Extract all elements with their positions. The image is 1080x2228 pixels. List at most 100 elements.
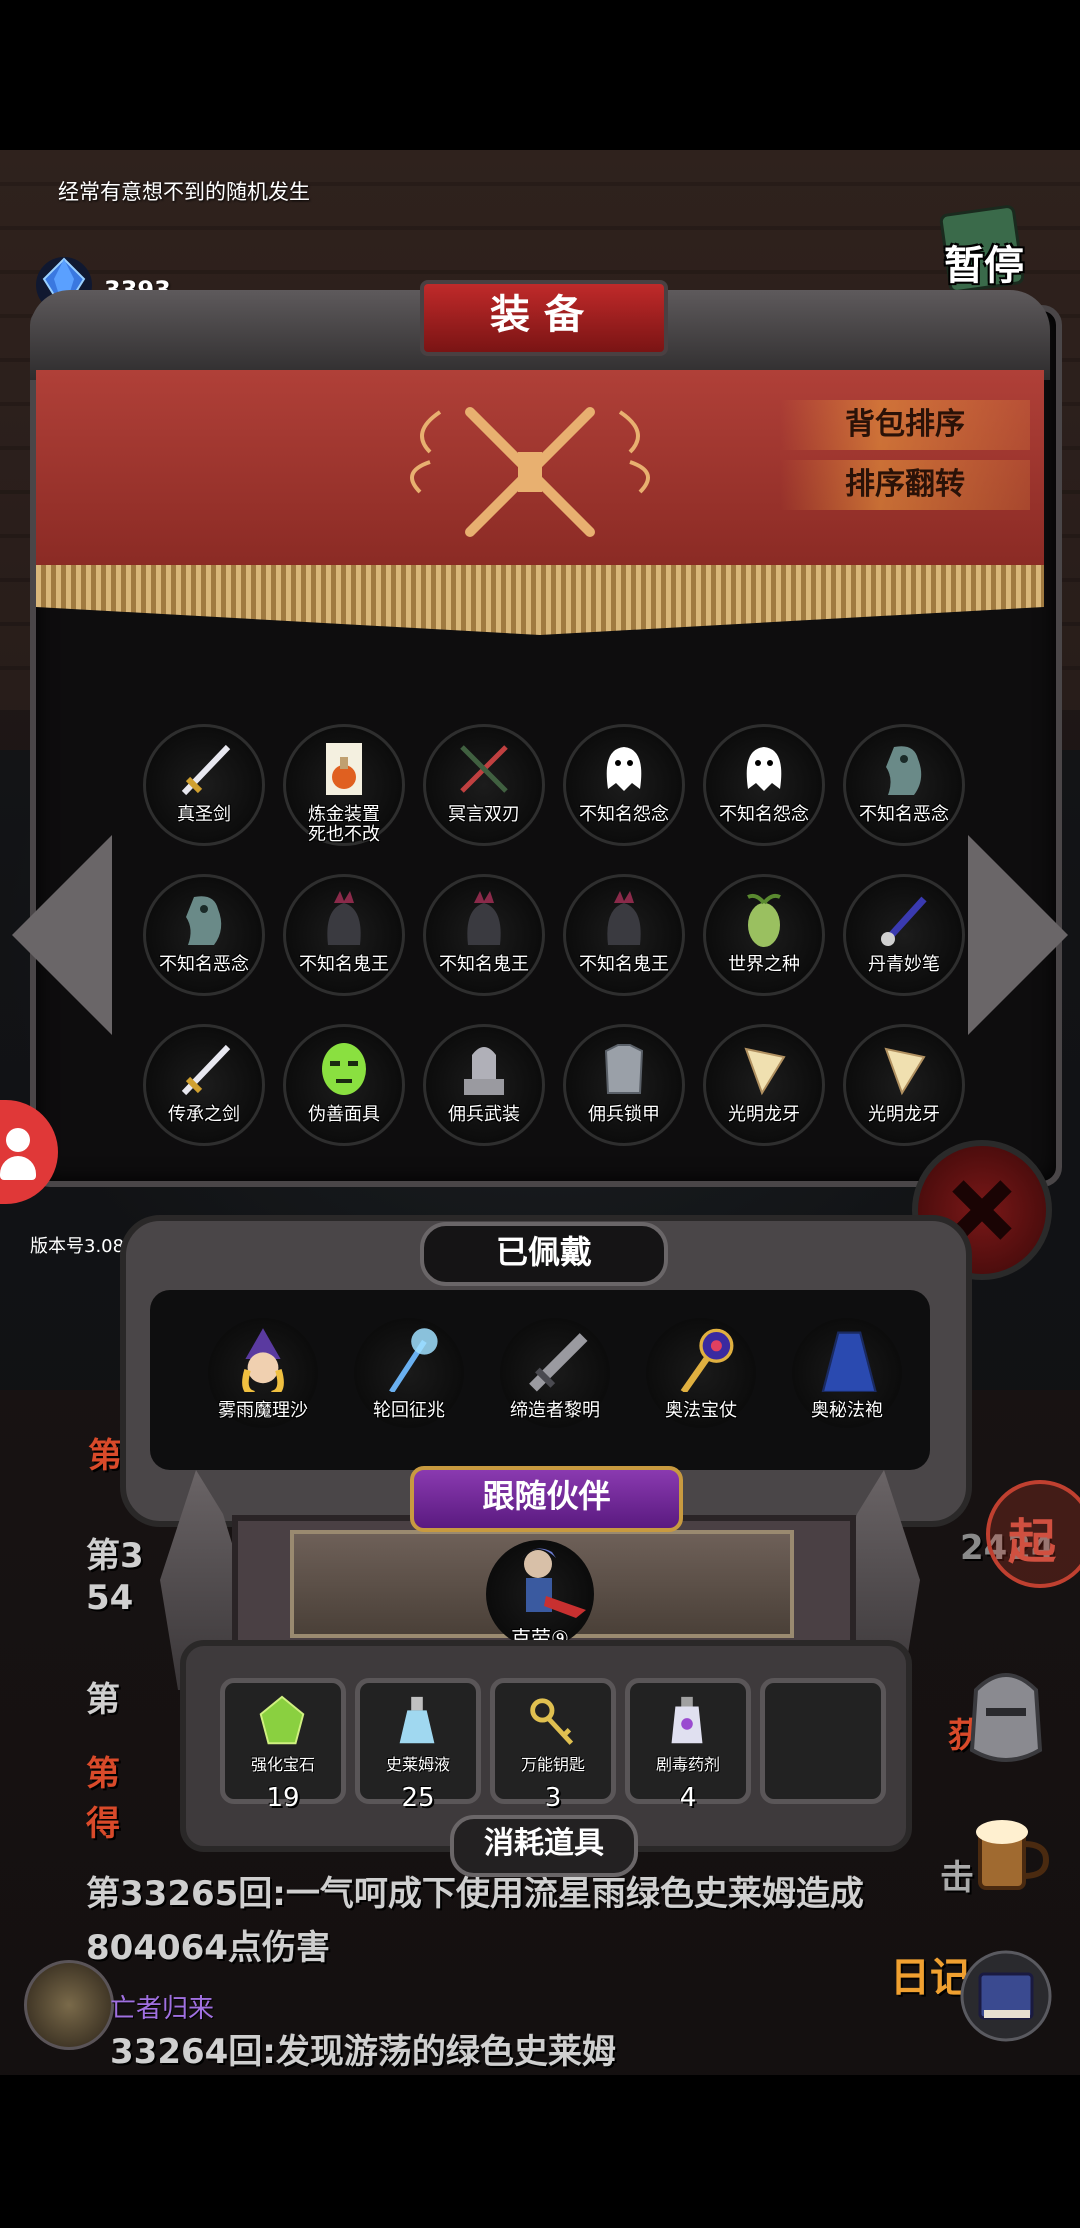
- diary-button[interactable]: [960, 1950, 1052, 2042]
- ghost-icon: [594, 739, 654, 799]
- ghost-king-icon: [594, 889, 654, 949]
- prev-page-arrow-icon[interactable]: [12, 835, 112, 1035]
- fang-icon: [874, 1039, 934, 1099]
- consumable-slot[interactable]: 强化宝石 19: [220, 1678, 346, 1813]
- fang-icon: [734, 1039, 794, 1099]
- brush-icon: [874, 889, 934, 949]
- inventory-item[interactable]: 佣兵武装: [423, 1024, 545, 1146]
- consumable-slot[interactable]: 万能钥匙 3: [490, 1678, 616, 1813]
- inventory-item[interactable]: 真圣剑: [143, 724, 265, 846]
- log-line: 第: [86, 1754, 120, 1794]
- inventory-item-label: 佣兵锁甲: [588, 1104, 660, 1125]
- diary-book-icon: [960, 1950, 1052, 2042]
- equipped-item[interactable]: 雾雨魔理沙: [208, 1318, 318, 1428]
- consumable-label: 强化宝石: [250, 1755, 315, 1774]
- inventory-item[interactable]: 炼金装置 死也不改: [283, 724, 405, 846]
- inventory-item-label: 光明龙牙: [868, 1104, 940, 1125]
- inventory-item[interactable]: 伪善面具: [283, 1024, 405, 1146]
- inventory-item[interactable]: 佣兵锁甲: [563, 1024, 685, 1146]
- sword-icon: [174, 739, 234, 799]
- inventory-item-label: 光明龙牙: [728, 1104, 800, 1125]
- seed-icon: [734, 889, 794, 949]
- chainmail-icon: [594, 1039, 654, 1099]
- tavern-button[interactable]: [964, 1810, 1054, 1900]
- consumable-count: 19: [266, 1783, 300, 1813]
- player-name: 亡者归来: [110, 1994, 215, 2024]
- inventory-item-label: 不知名怨念: [719, 804, 809, 825]
- ghost-king-icon: [314, 889, 374, 949]
- specter-icon: [174, 889, 234, 949]
- sort-reverse-button[interactable]: 排序翻转: [780, 460, 1030, 510]
- equipped-item-label: 雾雨魔理沙: [218, 1400, 308, 1421]
- equipped-item[interactable]: 缔造者黎明: [500, 1318, 610, 1428]
- consumable-label: 万能钥匙: [520, 1755, 585, 1774]
- inventory-item[interactable]: 不知名鬼王: [563, 874, 685, 996]
- companion-title: 跟随伙伴: [410, 1466, 683, 1532]
- log-line: 54: [86, 1578, 134, 1618]
- consumables-title: 消耗道具: [450, 1815, 638, 1877]
- beer-mug-icon: [976, 1820, 1050, 1890]
- inventory-item[interactable]: 冥言双刃: [423, 724, 545, 846]
- inventory-item-label: 不知名恶念: [859, 804, 949, 825]
- knight-helmet-button[interactable]: [956, 1660, 1056, 1770]
- robe-icon: [814, 1326, 880, 1394]
- inventory-item[interactable]: 丹青妙笔: [843, 874, 965, 996]
- equipped-item-label: 轮回征兆: [373, 1400, 445, 1421]
- inventory-item[interactable]: 光明龙牙: [703, 1024, 825, 1146]
- player-avatar[interactable]: [24, 1960, 114, 2050]
- empty-consumable-slot[interactable]: [760, 1678, 886, 1804]
- inventory-item-label: 不知名鬼王: [579, 954, 669, 975]
- consumable-count: 4: [679, 1783, 697, 1813]
- inventory-item-label: 冥言双刃: [448, 804, 520, 825]
- poison-icon: [654, 1693, 720, 1751]
- inventory-item-label: 不知名怨念: [579, 804, 669, 825]
- consumable-slot[interactable]: 史莱姆液 25: [355, 1678, 481, 1813]
- user-icon: [6, 1128, 30, 1152]
- companion-slot[interactable]: 克劳⑨: [486, 1540, 594, 1650]
- inventory-item[interactable]: 光明龙牙: [843, 1024, 965, 1146]
- specter-icon: [874, 739, 934, 799]
- log-line: 第3: [86, 1536, 144, 1576]
- version-label: 版本号3.08: [30, 1236, 125, 1257]
- next-page-arrow-icon[interactable]: [968, 835, 1068, 1035]
- pause-label: 暂停: [944, 243, 1024, 289]
- inventory-item-label: 丹青妙笔: [868, 954, 940, 975]
- pause-button[interactable]: 暂停: [936, 204, 1036, 295]
- armor-icon: [454, 1039, 514, 1099]
- mask-icon: [314, 1039, 374, 1099]
- ghost-icon: [734, 739, 794, 799]
- potion-icon: [384, 1693, 450, 1751]
- inventory-item[interactable]: 世界之种: [703, 874, 825, 996]
- log-line: 第: [88, 1436, 122, 1476]
- inventory-item[interactable]: 不知名恶念: [143, 874, 265, 996]
- log-line: 33264回:发现游荡的绿色史莱姆: [110, 2032, 616, 2072]
- equipped-item[interactable]: 奥秘法袍: [792, 1318, 902, 1428]
- log-line: 第: [86, 1680, 120, 1720]
- equipped-item[interactable]: 轮回征兆: [354, 1318, 464, 1428]
- crossed-swords-emblem-icon: [400, 392, 660, 552]
- random-event-tip: 经常有意想不到的随机发生: [58, 180, 310, 204]
- equipped-item-label: 奥法宝仗: [665, 1400, 737, 1421]
- witch-icon: [230, 1326, 296, 1398]
- equipped-item[interactable]: 奥法宝仗: [646, 1318, 756, 1428]
- consumable-label: 史莱姆液: [385, 1755, 450, 1774]
- inventory-item[interactable]: 不知名怨念: [703, 724, 825, 846]
- twin-blades-icon: [454, 739, 514, 799]
- inventory-item[interactable]: 不知名鬼王: [283, 874, 405, 996]
- inventory-item-label: 世界之种: [728, 954, 800, 975]
- log-line: 804064点伤害: [86, 1928, 330, 1968]
- consumable-count: 25: [401, 1783, 435, 1813]
- inventory-item[interactable]: 传承之剑: [143, 1024, 265, 1146]
- inventory-item[interactable]: 不知名怨念: [563, 724, 685, 846]
- consumable-label: 剧毒药剂: [655, 1755, 720, 1774]
- helmet-icon: [969, 1673, 1043, 1762]
- sort-bag-button[interactable]: 背包排序: [780, 400, 1030, 450]
- consumable-slot[interactable]: 剧毒药剂 4: [625, 1678, 751, 1813]
- inventory-item-label: 不知名恶念: [159, 954, 249, 975]
- inventory-item[interactable]: 不知名鬼王: [423, 874, 545, 996]
- inventory-item[interactable]: 不知名恶念: [843, 724, 965, 846]
- mace-icon: [668, 1326, 734, 1394]
- staff-icon: [376, 1326, 442, 1394]
- ghost-king-icon: [454, 889, 514, 949]
- equipped-title: 已佩戴: [420, 1222, 668, 1286]
